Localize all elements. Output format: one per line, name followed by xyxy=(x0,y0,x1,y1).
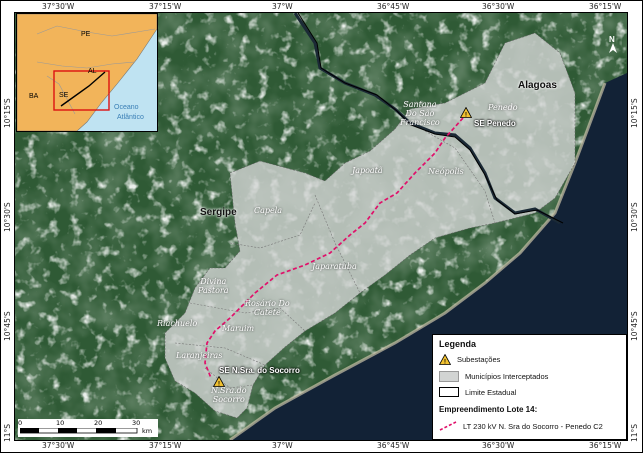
coord-right-3: 10°45'S xyxy=(630,311,639,341)
coord-left-3: 10°45'S xyxy=(3,311,12,341)
scale-tick-30: 30 xyxy=(132,419,141,427)
legend-label-state-limit: Limite Estadual xyxy=(465,387,517,397)
muni-label-rosario: Rosário Do Catete xyxy=(245,299,290,317)
muni-label-nsra-socorro: N.Sra.do Socorro xyxy=(211,386,247,404)
inset-label-pe: PE xyxy=(81,31,91,38)
coord-right-4: 11°S xyxy=(630,423,639,442)
coord-top-2: 37°15'W xyxy=(149,2,182,11)
coord-left-4: 11°S xyxy=(3,423,12,442)
inset-locator-map: PE AL BA SE Oceano Atlântico xyxy=(16,13,158,132)
legend-label-municipalities: Municípios Interceptados xyxy=(465,372,549,381)
muni-label-divina-pastora: Divina Pastora xyxy=(198,277,229,295)
state-label-alagoas: Alagoas xyxy=(518,80,557,91)
substation-label-penedo: SE Penedo xyxy=(474,119,516,128)
svg-text:!: ! xyxy=(444,360,446,366)
coord-bottom-2: 37°15'W xyxy=(149,441,182,450)
scale-bar: 0 10 20 30 km xyxy=(18,419,158,437)
substation-legend-icon: ! xyxy=(439,354,451,365)
coord-left-1: 10°15'S xyxy=(3,98,12,128)
north-label: N xyxy=(609,35,615,44)
muni-label-neopolis: Neópolis xyxy=(428,167,464,176)
coord-bottom-4: 36°45'W xyxy=(377,441,410,450)
coord-top-6: 36°15'W xyxy=(589,2,622,11)
inset-label-ocean-2: Atlântico xyxy=(117,114,144,121)
muni-label-santana: Santana Do São Francisco xyxy=(400,100,440,127)
state-label-sergipe: Sergipe xyxy=(200,207,237,218)
muni-label-japaratuba: Japaratuba xyxy=(312,262,357,271)
municipality-swatch-icon xyxy=(439,371,459,382)
legend-label-line: LT 230 kV N. Sra do Socorro - Penedo C2 xyxy=(463,421,603,431)
state-limit-swatch-icon xyxy=(439,387,459,397)
legend-box: Legenda ! Subestações Municípios Interce… xyxy=(432,334,627,440)
transmission-line-legend-icon xyxy=(439,421,457,431)
muni-label-maruim: Maruim xyxy=(222,324,255,333)
legend-item-municipalities: Municípios Interceptados xyxy=(439,371,548,382)
coord-top-4: 36°45'W xyxy=(377,2,410,11)
coord-bottom-1: 37°30'W xyxy=(42,441,75,450)
scale-tick-10: 10 xyxy=(56,419,65,427)
legend-item-line: LT 230 kV N. Sra do Socorro - Penedo C2 xyxy=(439,421,603,431)
coord-bottom-5: 36°30'W xyxy=(482,441,515,450)
coord-right-1: 10°15'S xyxy=(630,98,639,128)
svg-text:!: ! xyxy=(465,113,467,119)
coord-top-5: 36°30'W xyxy=(482,2,515,11)
muni-label-penedo: Penedo xyxy=(488,103,518,112)
inset-label-ba: BA xyxy=(29,93,39,100)
scale-unit: km xyxy=(142,427,153,435)
coord-right-2: 10°30'S xyxy=(630,202,639,232)
coord-left-2: 10°30'S xyxy=(3,202,12,232)
inset-label-se: SE xyxy=(59,92,69,99)
muni-label-laranjeiras: Laranjeiras xyxy=(176,351,223,360)
inset-label-al: AL xyxy=(88,68,97,75)
coord-top-3: 37°W xyxy=(272,2,293,11)
coord-bottom-6: 36°15'W xyxy=(589,441,622,450)
legend-title: Legenda xyxy=(439,339,477,349)
substation-label-socorro: SE N.Sra. do Socorro xyxy=(219,366,300,375)
legend-subtitle: Empreendimento Lote 14: xyxy=(439,405,538,414)
legend-label-substation: Subestações xyxy=(457,355,501,364)
scale-bar-graphic xyxy=(20,428,138,434)
coord-bottom-3: 37°W xyxy=(272,441,293,450)
legend-item-state-limit: Limite Estadual xyxy=(439,387,516,397)
inset-label-ocean-1: Oceano xyxy=(114,104,139,111)
muni-label-riachuelo: Riachuelo xyxy=(157,319,198,328)
muni-label-capela: Capela xyxy=(254,206,283,215)
substation-penedo-icon[interactable]: ! xyxy=(460,107,472,118)
scale-tick-0: 0 xyxy=(18,419,23,427)
legend-item-substation: ! Subestações xyxy=(439,354,500,365)
coord-top-1: 37°30'W xyxy=(42,2,75,11)
muni-label-japoata: Japoatã xyxy=(352,166,383,175)
scale-tick-20: 20 xyxy=(94,419,103,427)
